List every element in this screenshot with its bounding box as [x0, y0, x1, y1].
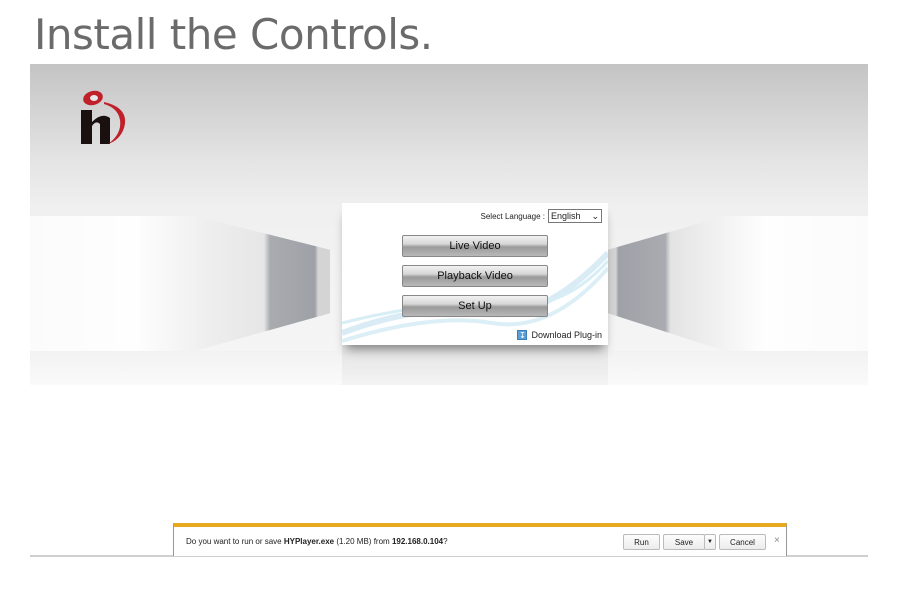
download-notification-bar: Do you want to run or save HYPlayer.exe … — [173, 523, 787, 556]
language-value: English — [551, 211, 581, 221]
save-options-dropdown[interactable]: ▼ — [704, 534, 716, 550]
cancel-button[interactable]: Cancel — [719, 534, 766, 550]
panel-reflection — [342, 345, 608, 385]
setup-button[interactable]: Set Up — [402, 295, 548, 317]
download-icon: ↧ — [517, 330, 528, 340]
corridor-wall-right — [608, 216, 868, 351]
download-host: 192.168.0.104 — [391, 537, 444, 546]
download-plugin-label: Download Plug-in — [531, 330, 602, 340]
login-panel: Select Language : English ⌄ Live Video P… — [342, 203, 608, 345]
chevron-down-icon: ⌄ — [591, 210, 599, 221]
screenshot-area: Select Language : English ⌄ Live Video P… — [30, 64, 868, 385]
download-filename: HYPlayer.exe — [283, 537, 335, 546]
save-button[interactable]: Save — [663, 534, 705, 550]
live-video-button[interactable]: Live Video — [402, 235, 548, 257]
language-label: Select Language : — [480, 211, 546, 221]
slide-title: Install the Controls. — [34, 10, 433, 59]
chevron-down-icon: ▼ — [707, 539, 713, 545]
brand-logo-icon — [81, 90, 126, 144]
download-plugin-link[interactable]: ↧ Download Plug-in — [517, 330, 602, 340]
download-message: Do you want to run or save HYPlayer.exe … — [186, 537, 448, 546]
close-icon[interactable]: × — [774, 535, 780, 546]
language-selector: Select Language : English ⌄ — [480, 209, 602, 223]
corridor-wall-left — [30, 216, 330, 351]
language-select[interactable]: English ⌄ — [548, 209, 602, 223]
playback-video-button[interactable]: Playback Video — [402, 265, 548, 287]
run-button[interactable]: Run — [623, 534, 660, 550]
